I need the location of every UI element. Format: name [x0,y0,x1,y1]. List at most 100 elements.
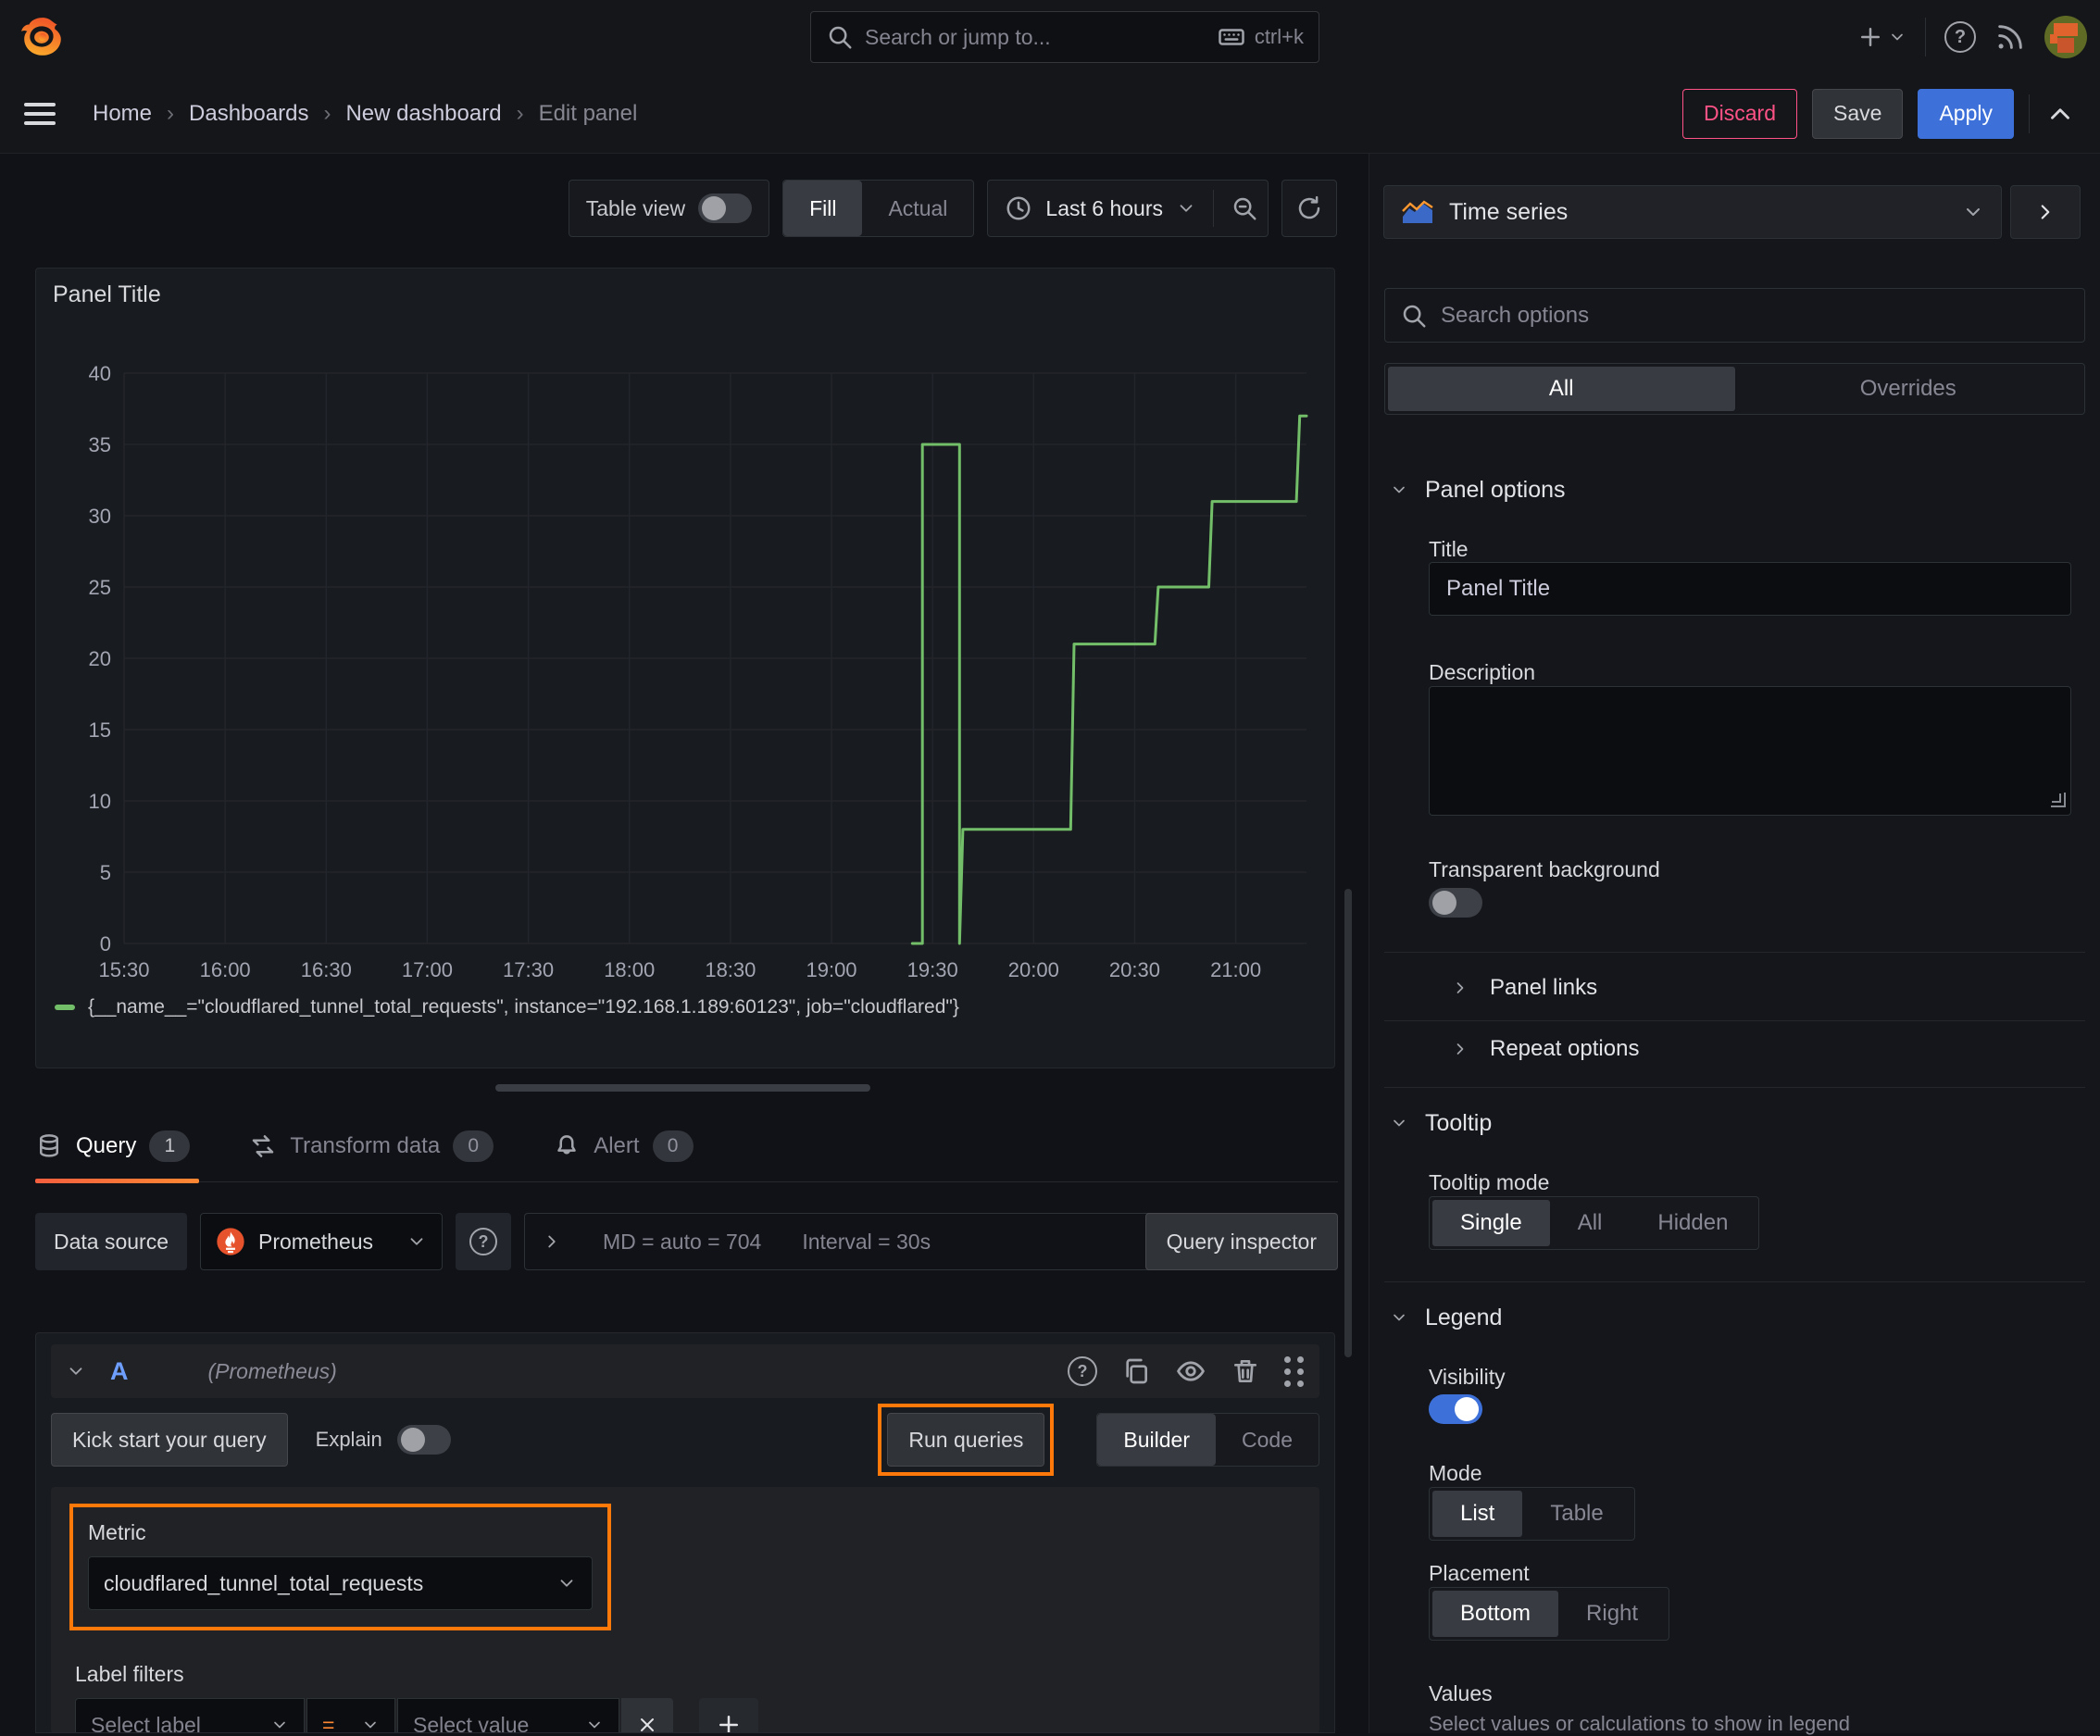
tooltip-single-option[interactable]: Single [1432,1200,1550,1246]
help-icon[interactable]: ? [1944,21,1976,53]
time-series-chart[interactable]: 0 5 10 15 20 25 30 35 40 15:30 16:00 16:30 17:00 17:3… [36,269,1336,991]
tab-all[interactable]: All [1388,367,1735,411]
collapse-chevron-up-icon[interactable] [2044,98,2076,130]
chevron-down-icon [1892,33,1903,41]
add-filter-button[interactable] [699,1698,758,1732]
tab-alert[interactable]: Alert 0 [553,1111,694,1181]
panel-title-input[interactable] [1429,562,2071,616]
svg-text:25: 25 [89,576,111,599]
tooltip-header[interactable]: Tooltip [1390,1109,1492,1137]
series-label[interactable]: {__name__="cloudflared_tunnel_total_requ… [88,996,959,1018]
save-button[interactable]: Save [1812,88,1904,139]
datasource-help-button[interactable]: ? [456,1213,512,1270]
tab-query[interactable]: Query 1 [35,1111,200,1183]
query-options-bar[interactable]: MD = auto = 704 Interval = 30s Query ins… [524,1213,1338,1270]
trash-icon[interactable] [1231,1356,1260,1386]
legend-header[interactable]: Legend [1390,1304,1502,1331]
breadcrumb-dashboards[interactable]: Dashboards [189,101,308,127]
keyboard-icon [1219,29,1244,45]
tab-transform-data[interactable]: Transform data 0 [249,1111,494,1181]
run-queries-button[interactable]: Run queries [887,1413,1045,1467]
time-range-label[interactable]: Last 6 hours [1045,196,1163,221]
query-editor-card: A (Prometheus) ? Kick start your query E… [35,1332,1335,1733]
time-range-control: Last 6 hours [987,180,1269,237]
refresh-control[interactable] [1281,180,1337,237]
metric-select[interactable]: cloudflared_tunnel_total_requests [88,1556,593,1610]
visualization-picker[interactable]: Time series [1383,185,2002,239]
breadcrumb-home[interactable]: Home [93,101,152,127]
global-search-input[interactable] [865,24,1205,50]
news-rss-icon[interactable] [1994,21,2026,53]
menu-toggle-icon[interactable] [24,102,56,125]
tab-query-count: 1 [149,1130,191,1162]
query-row-header[interactable]: A (Prometheus) ? [51,1344,1319,1398]
svg-text:35: 35 [89,433,111,456]
panel-links-row[interactable]: Panel links [1451,974,1597,1002]
table-view-toggle[interactable] [698,194,753,223]
label-filters-label: Label filters [75,1662,184,1686]
chevron-down-icon [1394,486,1405,493]
remove-filter-button[interactable] [621,1698,673,1732]
svg-text:20: 20 [89,647,111,670]
duplicate-icon[interactable] [1121,1356,1151,1386]
drag-handle-icon[interactable] [1284,1355,1305,1387]
builder-option[interactable]: Builder [1097,1414,1217,1466]
operator-dropdown[interactable]: = [306,1698,395,1732]
main-scrollbar-thumb[interactable] [1344,889,1352,1357]
database-icon [40,1134,58,1157]
global-search: ctrl+k [810,11,1319,63]
apply-button[interactable]: Apply [1918,88,2014,139]
table-view-label: Table view [585,195,686,220]
chart-legend[interactable]: {__name__="cloudflared_tunnel_total_requ… [55,996,959,1018]
discard-button[interactable]: Discard [1682,88,1798,139]
breadcrumb-new-dashboard[interactable]: New dashboard [345,101,501,127]
legend-table-option[interactable]: Table [1522,1491,1631,1537]
query-help-icon[interactable]: ? [1068,1356,1097,1386]
code-option[interactable]: Code [1216,1414,1319,1466]
explain-toggle[interactable] [396,1425,451,1455]
select-value-dropdown[interactable]: Select value [397,1698,619,1732]
user-avatar[interactable] [2044,16,2087,58]
repeat-options-row[interactable]: Repeat options [1451,1035,1639,1063]
options-search-input[interactable] [1441,302,2069,329]
panel-resize-handle[interactable] [495,1084,870,1092]
chevron-right-icon [548,1235,556,1248]
values-hint: Select values or calculations to show in… [1429,1712,1850,1735]
query-inspector-button[interactable]: Query inspector [1144,1213,1338,1270]
chevron-down-icon [410,1238,423,1245]
options-filter-tabs: All Overrides [1384,363,2085,415]
visibility-toggle[interactable] [1429,1394,1482,1424]
chart-panel[interactable]: Panel Title 0 5 10 15 20 25 30 35 40 15:30 16:00 16… [35,268,1335,1068]
fill-option[interactable]: Fill [783,181,863,236]
placement-bottom-option[interactable]: Bottom [1432,1591,1559,1637]
collapse-options-button[interactable] [2010,185,2081,239]
description-textarea[interactable] [1429,686,2071,816]
actual-option[interactable]: Actual [862,181,973,236]
legend-mode-label: Mode [1429,1461,1482,1485]
transparent-bg-toggle[interactable] [1429,888,1482,918]
interval: Interval = 30s [802,1229,931,1254]
chevron-down-icon[interactable] [66,1357,86,1385]
tooltip-all-option[interactable]: All [1550,1200,1631,1246]
chevron-down-icon [365,1721,376,1729]
legend-list-option[interactable]: List [1432,1491,1523,1537]
title-label: Title [1429,537,1469,561]
chevron-right-icon [2041,205,2050,219]
placement-right-option[interactable]: Right [1558,1591,1666,1637]
max-data-points: MD = auto = 704 [603,1229,762,1254]
new-menu-button[interactable] [1856,23,1906,51]
grafana-logo-icon[interactable] [17,11,69,63]
datasource-picker[interactable]: Prometheus [200,1213,444,1270]
question-icon: ? [469,1228,498,1255]
kick-start-button[interactable]: Kick start your query [51,1413,288,1467]
eye-icon[interactable] [1175,1355,1206,1387]
zoom-out-icon[interactable] [1231,194,1258,222]
select-label-dropdown[interactable]: Select label [75,1698,305,1732]
tooltip-hidden-option[interactable]: Hidden [1630,1200,1756,1246]
chevron-down-icon[interactable] [1176,194,1196,222]
panel-options-header[interactable]: Panel options [1390,476,1566,504]
divider [1384,952,2085,953]
refresh-icon [1298,195,1320,219]
explain-label: Explain [315,1428,382,1451]
tab-overrides[interactable]: Overrides [1735,367,2082,411]
